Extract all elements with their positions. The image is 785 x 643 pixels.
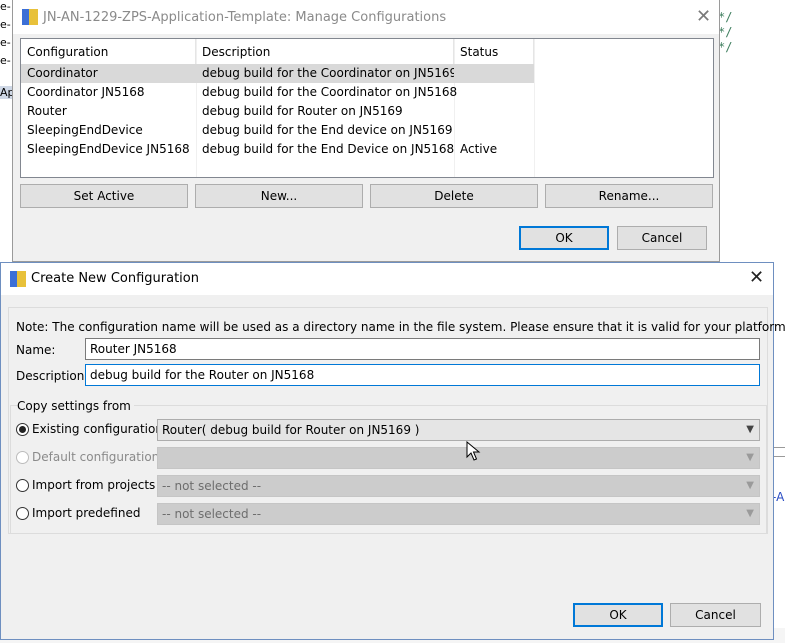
delete-button[interactable]: Delete bbox=[370, 184, 538, 208]
code-comment: */ bbox=[718, 10, 733, 24]
import-from-projects-label[interactable]: Import from projects bbox=[32, 478, 155, 492]
cell-status bbox=[454, 64, 534, 83]
dialog-title: JN-AN-1229-ZPS-Application-Template: Man… bbox=[43, 10, 447, 25]
chevron-down-icon: ▼ bbox=[746, 508, 754, 519]
configurations-table: Configuration Description Status Coordin… bbox=[20, 38, 714, 178]
description-label: Description: bbox=[16, 369, 89, 383]
tree-item-fragment: e- bbox=[0, 36, 11, 49]
table-row[interactable]: SleepingEndDevice debug build for the En… bbox=[21, 121, 713, 140]
import-from-projects-radio[interactable] bbox=[16, 479, 29, 492]
default-configuration-radio bbox=[16, 451, 29, 464]
import-predefined-select: -- not selected -- ▼ bbox=[157, 503, 760, 525]
dialog-title: Create New Configuration bbox=[31, 271, 199, 286]
cell-configuration: SleepingEndDevice bbox=[27, 123, 143, 137]
cell-status bbox=[454, 102, 534, 121]
app-icon bbox=[22, 9, 38, 25]
cell-configuration: Router bbox=[27, 104, 67, 118]
name-label: Name: bbox=[16, 343, 56, 357]
app-icon bbox=[10, 271, 26, 287]
import-predefined-label[interactable]: Import predefined bbox=[32, 506, 140, 520]
code-comment: */ bbox=[718, 40, 733, 54]
import-from-projects-select: -- not selected -- ▼ bbox=[157, 475, 760, 497]
import-from-projects-value: -- not selected -- bbox=[162, 479, 262, 493]
table-header: Configuration Description Status bbox=[21, 39, 713, 64]
existing-configuration-label[interactable]: Existing configuration bbox=[32, 422, 163, 436]
chevron-down-icon: ▼ bbox=[746, 452, 754, 463]
create-configuration-dialog: Create New Configuration ✕ Note: The con… bbox=[0, 262, 785, 640]
cell-description: debug build for Router on JN5169 bbox=[202, 104, 403, 118]
cell-status bbox=[454, 83, 534, 102]
existing-configuration-select[interactable]: Router( debug build for Router on JN5169… bbox=[157, 419, 760, 441]
cell-description: debug build for the End Device on JN5168 bbox=[202, 142, 455, 156]
cell-description: debug build for the Coordinator on JN516… bbox=[196, 64, 457, 83]
ok-button[interactable]: OK bbox=[573, 603, 663, 627]
cell-description: debug build for the Coordinator on JN516… bbox=[202, 85, 458, 99]
cancel-button[interactable]: Cancel bbox=[617, 226, 707, 250]
tree-item-fragment: e- bbox=[0, 54, 11, 67]
code-comment: */ bbox=[718, 25, 733, 39]
tree-item-fragment: e- bbox=[0, 0, 11, 13]
column-header-status[interactable]: Status bbox=[454, 39, 534, 64]
tree-item-fragment: e- bbox=[0, 18, 11, 31]
import-predefined-radio[interactable] bbox=[16, 507, 29, 520]
manage-configurations-dialog: JN-AN-1229-ZPS-Application-Template: Man… bbox=[12, 0, 720, 262]
cancel-button[interactable]: Cancel bbox=[670, 603, 761, 627]
existing-configuration-value: Router( debug build for Router on JN5169… bbox=[162, 423, 420, 437]
cell-status bbox=[454, 121, 534, 140]
description-input[interactable]: debug build for the Router on JN5168 bbox=[85, 364, 760, 386]
table-row[interactable]: SleepingEndDevice JN5168 debug build for… bbox=[21, 140, 713, 159]
rename-button[interactable]: Rename... bbox=[545, 184, 713, 208]
table-row[interactable]: Router debug build for Router on JN5169 bbox=[21, 102, 713, 121]
note-text: Note: The configuration name will be use… bbox=[16, 320, 785, 334]
import-predefined-value: -- not selected -- bbox=[162, 507, 262, 521]
set-active-button[interactable]: Set Active bbox=[20, 184, 188, 208]
cell-description: debug build for the End device on JN5169 bbox=[202, 123, 453, 137]
close-icon[interactable]: ✕ bbox=[749, 269, 764, 287]
dialog-titlebar[interactable]: Create New Configuration ✕ bbox=[1, 263, 773, 295]
cell-status: Active bbox=[460, 142, 498, 156]
default-configuration-select: ▼ bbox=[157, 447, 760, 469]
chevron-down-icon: ▼ bbox=[746, 480, 754, 491]
name-input[interactable]: Router JN5168 bbox=[85, 338, 760, 360]
cell-configuration: Coordinator bbox=[21, 64, 196, 83]
table-row[interactable]: Coordinator JN5168 debug build for the C… bbox=[21, 83, 713, 102]
new-button[interactable]: New... bbox=[195, 184, 363, 208]
close-icon[interactable]: ✕ bbox=[696, 8, 711, 26]
chevron-down-icon: ▼ bbox=[746, 424, 754, 435]
column-header-description[interactable]: Description bbox=[196, 39, 454, 64]
ok-button[interactable]: OK bbox=[519, 226, 609, 250]
column-header-configuration[interactable]: Configuration bbox=[21, 39, 196, 64]
existing-configuration-radio[interactable] bbox=[16, 423, 29, 436]
default-configuration-label: Default configuration bbox=[32, 450, 160, 464]
dialog-titlebar[interactable]: JN-AN-1229-ZPS-Application-Template: Man… bbox=[13, 0, 719, 34]
cell-configuration: Coordinator JN5168 bbox=[27, 85, 145, 99]
table-row[interactable]: Coordinator debug build for the Coordina… bbox=[21, 64, 713, 83]
cell-configuration: SleepingEndDevice JN5168 bbox=[27, 142, 190, 156]
copy-settings-label: Copy settings from bbox=[17, 399, 134, 413]
mouse-cursor-icon bbox=[466, 441, 481, 461]
